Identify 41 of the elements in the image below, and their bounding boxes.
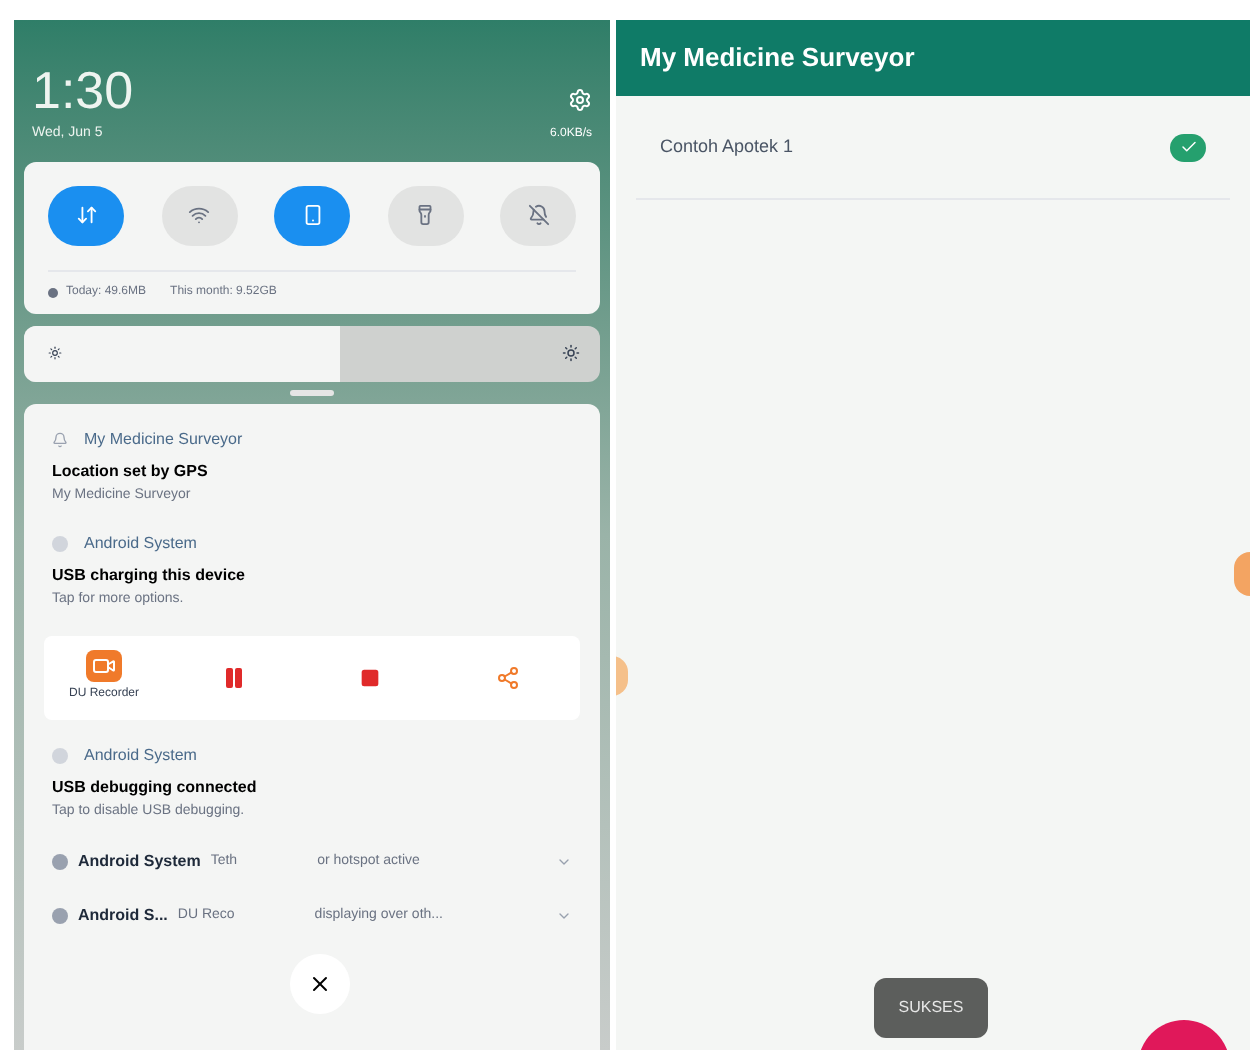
app-name: Android S...	[78, 904, 168, 928]
quick-toggle[interactable]	[500, 185, 576, 245]
arrows-icon	[75, 204, 97, 226]
app-icon	[52, 908, 68, 924]
app-name: Android System	[84, 743, 197, 767]
app-name: My Medicine Surveyor	[84, 427, 243, 451]
notification-title: Location set by GPS	[52, 459, 210, 483]
app-title: My Medicine Surveyor	[640, 40, 915, 77]
app-icon	[52, 854, 68, 870]
brightness-high-icon	[562, 344, 580, 362]
settings-icon[interactable]	[568, 88, 592, 112]
clock-time: 1:30	[32, 64, 134, 116]
toast-message: SUKSES	[874, 978, 988, 1038]
app-name: Android System	[84, 532, 197, 556]
bell-icon	[52, 431, 68, 447]
wifi-icon	[188, 204, 210, 226]
data-icon	[48, 287, 58, 297]
app-name: Android System	[78, 850, 201, 874]
brightness-low-icon	[48, 346, 62, 360]
quick-toggle[interactable]	[274, 185, 350, 245]
notification-title: USB debugging connected	[52, 775, 259, 799]
stop-icon[interactable]	[359, 667, 380, 687]
tools-icon[interactable]	[494, 665, 523, 689]
pause-icon[interactable]	[221, 665, 246, 689]
app-icon	[52, 747, 68, 763]
quick-toggle[interactable]	[48, 185, 124, 245]
quick-toggle[interactable]	[161, 185, 237, 245]
expand-icon[interactable]	[556, 908, 572, 924]
bell-off-icon	[527, 204, 549, 226]
phone-icon	[301, 204, 323, 226]
pharmacy-item[interactable]: Contoh Apotek 1	[636, 96, 1230, 200]
close-icon	[308, 972, 332, 996]
app-icon	[52, 536, 68, 552]
notification-title: USB charging this device	[52, 564, 247, 588]
drag-handle[interactable]	[290, 389, 334, 395]
flashlight-icon	[414, 204, 436, 226]
brightness-slider[interactable]	[24, 325, 600, 381]
recorder-icon[interactable]	[86, 650, 122, 682]
tick-icon	[1179, 138, 1197, 156]
expand-icon[interactable]	[556, 854, 572, 870]
quick-toggle[interactable]	[387, 185, 463, 245]
